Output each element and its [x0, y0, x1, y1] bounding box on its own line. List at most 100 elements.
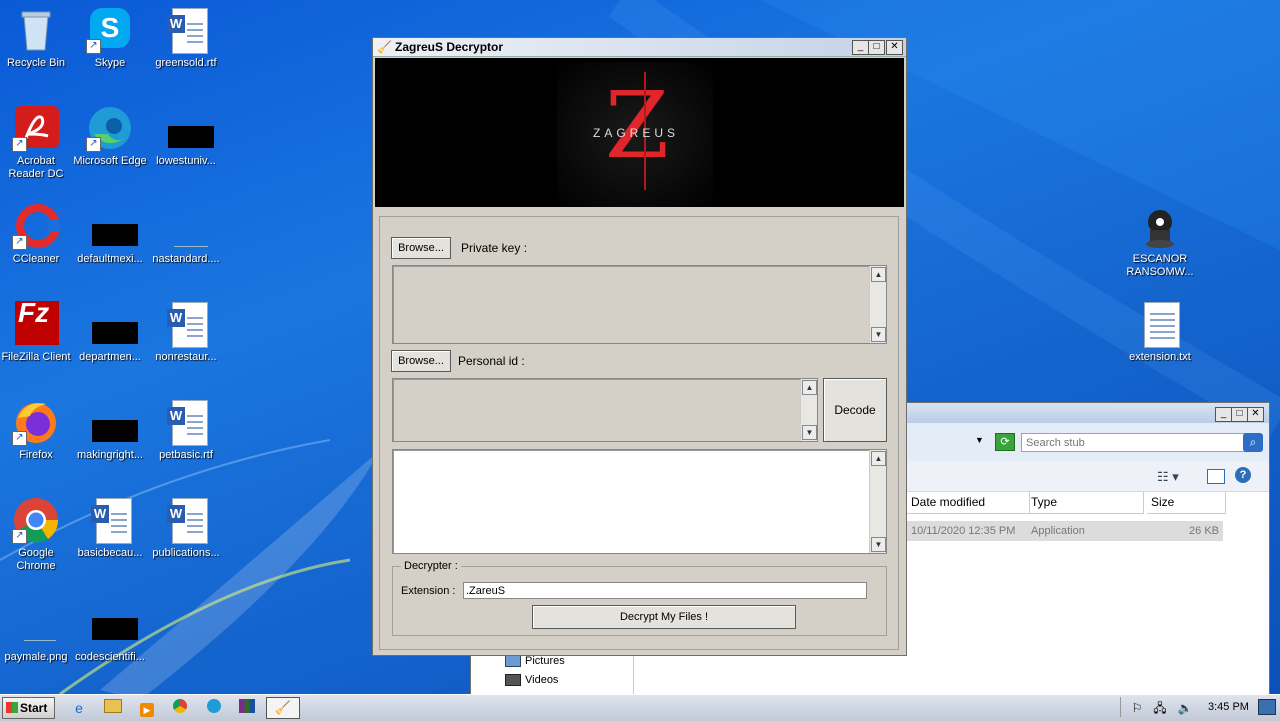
nav-item-videos[interactable]: Videos: [505, 674, 558, 687]
search-icon[interactable]: ⌕: [1243, 433, 1263, 452]
scroll-down-icon[interactable]: ▼: [802, 425, 817, 440]
desktop-icon-escanor[interactable]: ESCANOR RANSOMW...: [1122, 202, 1198, 279]
private-key-label: Private key :: [461, 241, 528, 255]
file-icon: [86, 398, 138, 446]
desktop-icon-greensold[interactable]: W greensold.rtf: [148, 6, 224, 70]
windows-flag-icon: [6, 702, 18, 713]
action-center-flag-icon[interactable]: ⚐: [1127, 699, 1147, 717]
explorer-folder-icon[interactable]: [103, 699, 123, 717]
desktop-icon-skype[interactable]: S ↗ Skype: [72, 6, 148, 70]
file-icon: [86, 600, 138, 648]
start-button[interactable]: Start: [2, 697, 55, 719]
network-icon[interactable]: 🖧: [1150, 699, 1170, 717]
desktop-icon-codescientifi[interactable]: codescientifi...: [72, 600, 148, 664]
clock[interactable]: 3:45 PM: [1208, 701, 1249, 713]
desktop-icon-edge[interactable]: ↗ Microsoft Edge: [72, 104, 148, 168]
browse-personal-id-button[interactable]: Browse...: [391, 350, 451, 372]
view-options-icon[interactable]: ☷ ▾: [1157, 469, 1179, 485]
logo-banner: Z ZAGREUS: [375, 58, 904, 207]
scroll-down-icon[interactable]: ▼: [871, 537, 886, 552]
shortcut-arrow-icon: ↗: [12, 431, 27, 446]
column-header-type[interactable]: Type: [1027, 491, 1144, 514]
private-key-field[interactable]: ▲ ▼: [392, 265, 887, 344]
close-button[interactable]: ✕: [1247, 407, 1264, 422]
scroll-down-icon[interactable]: ▼: [871, 327, 886, 342]
desktop-icon-publications[interactable]: W publications...: [148, 496, 224, 560]
desktop-icon-lowestuniv[interactable]: lowestuniv...: [148, 104, 224, 168]
skype-icon: S ↗: [86, 6, 134, 54]
maximize-button[interactable]: □: [868, 40, 885, 55]
broom-app-icon: 🧹: [377, 40, 392, 54]
edge-taskbar-icon[interactable]: [204, 699, 224, 717]
refresh-icon[interactable]: ⟳: [995, 433, 1015, 451]
output-scrollbar[interactable]: ▲ ▼: [869, 450, 886, 553]
personal-id-field[interactable]: ▲ ▼: [392, 378, 818, 442]
help-icon[interactable]: ?: [1235, 467, 1251, 483]
media-player-icon[interactable]: ▶: [137, 699, 157, 717]
word-document-icon: W: [162, 398, 210, 446]
shortcut-arrow-icon: ↗: [12, 529, 27, 544]
ie-icon[interactable]: e: [69, 699, 89, 717]
close-button[interactable]: ✕: [886, 40, 903, 55]
private-key-scrollbar[interactable]: ▲ ▼: [869, 266, 886, 343]
personal-id-scrollbar[interactable]: ▲ ▼: [800, 379, 817, 441]
scroll-up-icon[interactable]: ▲: [871, 451, 886, 466]
broom-app-icon: 🧹: [274, 700, 292, 715]
column-header-size[interactable]: Size: [1147, 491, 1226, 514]
decrypt-my-files-button[interactable]: Decrypt My Files !: [532, 605, 796, 629]
column-header-date[interactable]: Date modified: [907, 491, 1030, 514]
browse-private-key-button[interactable]: Browse...: [391, 237, 451, 259]
decryptor-window[interactable]: 🧹 ZagreuS Decryptor _ □ ✕ Z ZAGREUS Brow…: [372, 37, 907, 656]
table-row[interactable]: 10/11/2020 12:35 PM Application 26 KB: [907, 521, 1223, 541]
ransomware-icon: [1136, 202, 1184, 250]
desktop-icon-chrome[interactable]: ↗ Google Chrome: [0, 496, 74, 573]
videos-icon: [505, 674, 521, 687]
nav-item-pictures[interactable]: Pictures: [505, 655, 565, 668]
desktop-icon-firefox[interactable]: ↗ Firefox: [0, 398, 74, 462]
filezilla-icon: Fz: [12, 299, 60, 348]
desktop-icon-defaultmexi[interactable]: defaultmexi...: [72, 202, 148, 266]
search-input[interactable]: [1021, 433, 1249, 452]
maximize-button[interactable]: □: [1231, 407, 1248, 422]
taskbar-decryptor-button[interactable]: 🧹: [266, 697, 300, 719]
recycle-bin-icon: [12, 6, 60, 54]
desktop-icon-makingright[interactable]: makingright...: [72, 398, 148, 462]
ccleaner-icon: ↗: [12, 202, 62, 250]
show-desktop-button[interactable]: [1258, 699, 1276, 715]
file-icon: [162, 104, 214, 152]
extension-input[interactable]: [463, 582, 867, 599]
word-document-icon: W: [162, 496, 210, 544]
minimize-button[interactable]: _: [1215, 407, 1232, 422]
desktop-icon-petbasic[interactable]: W petbasic.rtf: [148, 398, 224, 462]
shortcut-arrow-icon: ↗: [86, 39, 101, 54]
decryptor-titlebar[interactable]: 🧹 ZagreuS Decryptor _ □ ✕: [373, 38, 906, 57]
desktop-icon-departmen[interactable]: departmen...: [72, 300, 148, 364]
volume-icon[interactable]: 🔈: [1175, 699, 1195, 717]
minimize-button[interactable]: _: [852, 40, 869, 55]
desktop-icon-basicbecau[interactable]: W basicbecau...: [72, 496, 148, 560]
desktop-icon-filezilla[interactable]: Fz FileZilla Client: [0, 299, 74, 364]
desktop-icon-acrobat[interactable]: ↗ Acrobat Reader DC: [0, 104, 74, 181]
chrome-taskbar-icon[interactable]: [170, 699, 190, 717]
file-icon: [86, 300, 138, 348]
scroll-up-icon[interactable]: ▲: [871, 267, 886, 282]
desktop-icon-nonrestaur[interactable]: W nonrestaur...: [148, 300, 224, 364]
desktop-icon-ccleaner[interactable]: ↗ CCleaner: [0, 202, 74, 266]
desktop-icon-recycle-bin[interactable]: Recycle Bin: [0, 6, 74, 70]
zagreus-logo-text: ZAGREUS: [593, 126, 680, 140]
decode-button[interactable]: Decode: [823, 378, 887, 442]
row-date: 10/11/2020 12:35 PM: [911, 525, 1016, 537]
preview-pane-icon[interactable]: [1207, 469, 1225, 484]
winrar-icon[interactable]: [237, 699, 257, 717]
scroll-up-icon[interactable]: ▲: [802, 380, 817, 395]
output-field[interactable]: ▲ ▼: [392, 449, 887, 554]
taskbar: Start e ▶ 🧹 ⚐ 🖧 🔈 3:45 PM: [0, 694, 1280, 721]
row-type: Application: [1031, 525, 1085, 537]
address-dropdown-icon[interactable]: ▼: [975, 435, 984, 445]
desktop-icon-paymale[interactable]: paymale.png: [0, 600, 74, 664]
anyrun-watermark: ANY RUN: [1036, 611, 1268, 664]
desktop-icon-nastandard[interactable]: nastandard....: [148, 202, 224, 266]
decrypter-group-label: Decrypter :: [401, 560, 461, 572]
desktop-icon-extension-txt[interactable]: extension.txt: [1122, 300, 1198, 364]
shortcut-arrow-icon: ↗: [12, 137, 27, 152]
